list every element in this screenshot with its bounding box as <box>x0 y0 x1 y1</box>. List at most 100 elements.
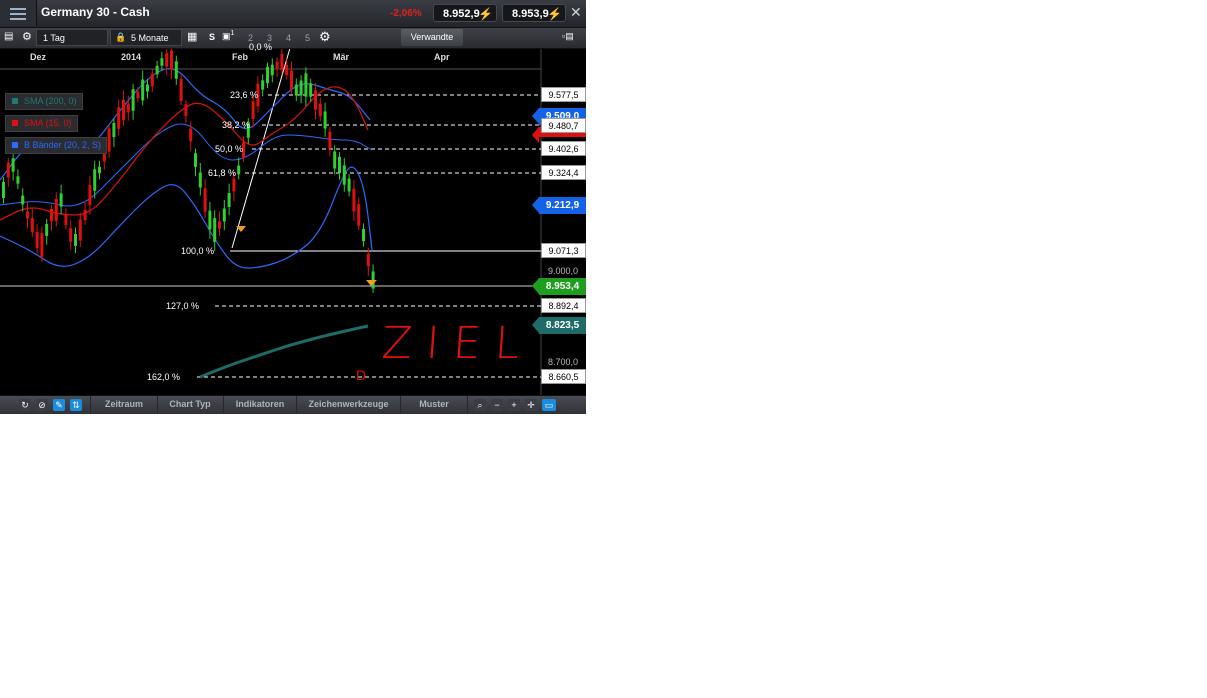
candle-body <box>21 196 24 205</box>
tab-muster[interactable]: Muster <box>401 396 468 414</box>
candle-body <box>261 80 264 89</box>
interval-select[interactable]: 1 Tag <box>36 29 108 46</box>
tab-indikatoren[interactable]: Indikatoren <box>224 396 297 414</box>
candle-body <box>271 65 274 76</box>
candle-body <box>132 89 135 111</box>
fib-0: 0,0 % <box>249 42 272 52</box>
menu-icon[interactable] <box>0 0 37 26</box>
candle-body <box>26 212 29 219</box>
candle-body <box>2 182 5 198</box>
candle-body <box>175 61 178 79</box>
bolt-icon: ⚡ <box>478 5 493 23</box>
legend-bollinger[interactable]: B Bänder (20, 2, S) <box>5 137 107 154</box>
candle-body <box>290 70 293 89</box>
candle-body <box>112 123 115 137</box>
list-icon[interactable]: ▤ <box>4 31 13 42</box>
sell-price-button[interactable]: 8.952,9⚡ <box>433 4 497 22</box>
calendar-icon[interactable]: ▦ <box>187 30 197 43</box>
fib-price-162: 8.660,5 <box>541 369 586 384</box>
legend-sma-200[interactable]: SMA (200, 0) <box>5 93 83 110</box>
candle-body <box>146 85 149 92</box>
month-apr: Apr <box>434 52 450 62</box>
sort-icon[interactable]: ⇅ <box>70 399 82 411</box>
s-button[interactable]: S <box>209 32 215 42</box>
candle-body <box>79 219 82 240</box>
candle-body <box>136 92 139 99</box>
layout-5[interactable]: 5 <box>305 33 310 43</box>
candle-body <box>343 165 346 184</box>
pencil-icon[interactable]: ✎ <box>53 399 65 411</box>
candle-body <box>213 218 216 242</box>
candle-body <box>348 179 351 192</box>
candle-body <box>88 185 91 205</box>
candle-body <box>333 152 336 169</box>
month-dez: Dez <box>30 52 46 62</box>
layout-icon[interactable]: ▣1 <box>222 30 234 42</box>
candle-body <box>156 66 159 74</box>
minus-icon[interactable]: − <box>491 399 503 411</box>
candle-body <box>228 193 231 207</box>
fib-162: 162,0 % <box>147 372 180 382</box>
bolt-icon: ⚡ <box>547 5 562 23</box>
sma200-badge: 8.823,5 <box>539 317 586 334</box>
candle-body <box>300 81 303 96</box>
candle-body <box>218 221 221 228</box>
gear-icon[interactable]: ⚙ <box>22 30 32 43</box>
close-icon[interactable]: ✕ <box>570 4 582 21</box>
candle-body <box>12 158 15 171</box>
candle-body <box>208 211 211 230</box>
candle-body <box>141 80 144 101</box>
title-bar: Germany 30 - Cash -2,06% 8.952,9⚡ 8.953,… <box>0 0 586 28</box>
fib-50: 50,0 % <box>215 144 243 154</box>
bollinger-mid-badge: 9.212,9 <box>539 197 586 214</box>
ban-icon[interactable]: ⊘ <box>36 399 48 411</box>
range-select[interactable]: 🔒5 Monate <box>110 29 182 46</box>
buy-price-button[interactable]: 8.953,9⚡ <box>502 4 566 22</box>
candle-body <box>328 132 331 149</box>
tab-zeichenwerkzeuge[interactable]: Zeichenwerkzeuge <box>297 396 401 414</box>
candle-body <box>266 67 269 83</box>
month-2014: 2014 <box>121 52 141 62</box>
candle-body <box>189 129 192 142</box>
related-button[interactable]: Verwandte <box>401 29 463 46</box>
candle-body <box>280 54 283 70</box>
candle-body <box>170 50 173 69</box>
tab-chart-typ[interactable]: Chart Typ <box>157 396 224 414</box>
candle-body <box>98 167 101 173</box>
candle-body <box>64 215 67 225</box>
screen-icon[interactable]: ▭ <box>542 399 556 411</box>
candle-body <box>7 162 10 177</box>
candle-body <box>151 74 154 86</box>
layout-4[interactable]: 4 <box>286 33 291 43</box>
window-icon[interactable]: ▫▤ <box>562 31 574 42</box>
fib-23-6: 23,6 % <box>230 90 258 100</box>
candle-body <box>319 104 322 116</box>
candle-body <box>194 153 197 167</box>
candle-body <box>338 157 341 173</box>
candle-body <box>223 208 226 221</box>
candle-body <box>180 79 183 101</box>
tab-zeitraum[interactable]: Zeitraum <box>90 396 158 414</box>
candle-body <box>93 169 96 190</box>
plus-icon[interactable]: + <box>508 399 520 411</box>
price-change: -2,06% <box>390 8 422 19</box>
candle-body <box>285 65 288 75</box>
settings-icon[interactable]: ⚙ <box>319 29 331 45</box>
candle-body <box>55 199 58 221</box>
crosshair-icon[interactable]: ✛ <box>525 399 537 411</box>
fib-100: 100,0 % <box>181 246 214 256</box>
candle-body <box>127 104 130 113</box>
candle-body <box>117 107 120 129</box>
candle-body <box>165 53 168 66</box>
zoom-icon[interactable]: ⌕ <box>474 399 486 411</box>
current-price-badge: 8.953,4 <box>539 278 586 295</box>
candle-body <box>60 193 63 206</box>
candle-body <box>295 84 298 95</box>
annotation-d: D <box>356 367 366 383</box>
lock-icon: 🔒 <box>115 32 126 43</box>
legend-sma-15[interactable]: SMA (15, 0) <box>5 115 78 132</box>
refresh-icon[interactable]: ↻ <box>19 399 31 411</box>
axis-8700: 8.700,0 <box>548 357 578 367</box>
candle-body <box>367 254 370 266</box>
candle-body <box>276 62 279 68</box>
